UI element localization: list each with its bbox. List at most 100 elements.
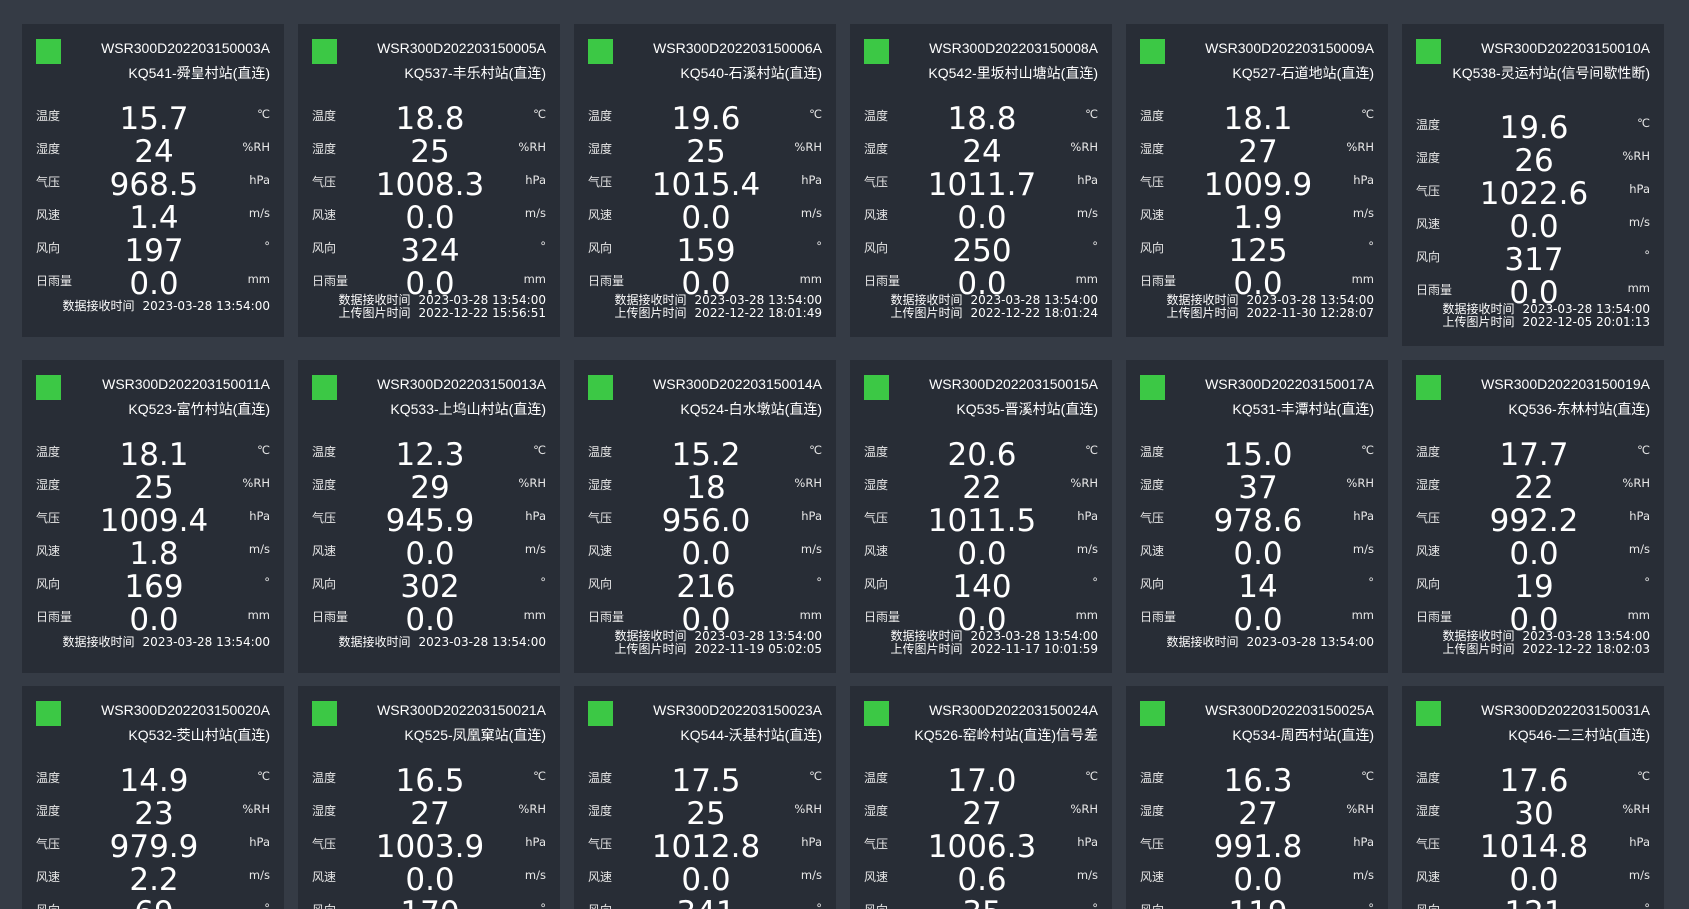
- reading-label: 风速: [1416, 544, 1441, 558]
- receive-time-label: 数据接收时间: [1442, 629, 1515, 643]
- station-card[interactable]: WSR300D202203150019A KQ536-东林村站(直连) 温度 17.7…: [1402, 360, 1664, 673]
- reading-value: 18: [686, 470, 726, 506]
- reading-label: 湿度: [864, 142, 889, 156]
- reading-value: 24: [962, 134, 1002, 170]
- reading-value: 992.2: [1489, 503, 1579, 539]
- reading-unit: °: [1368, 239, 1374, 253]
- station-id: WSR300D202203150024A: [929, 702, 1098, 718]
- reading-value: 0.0: [129, 602, 179, 638]
- reading-row-wind-direction: 风向 250 °: [864, 234, 1098, 269]
- status-indicator: [312, 701, 337, 726]
- receive-time-row: 数据接收时间 2023-03-28 13:54:00: [1167, 636, 1374, 649]
- station-card[interactable]: WSR300D202203150008A KQ542-里坂村山塘站(直连) 温度 18…: [850, 24, 1112, 337]
- reading-unit: %RH: [794, 140, 822, 154]
- reading-label: 湿度: [36, 142, 61, 156]
- reading-label: 日雨量: [1416, 610, 1453, 624]
- station-card[interactable]: WSR300D202203150005A KQ537-丰乐村站(直连) 温度 18.8…: [298, 24, 560, 337]
- reading-unit: %RH: [242, 140, 270, 154]
- reading-label: 湿度: [588, 478, 613, 492]
- reading-row-wind-speed: 风速 0.0 m/s: [864, 537, 1098, 572]
- timestamps: 数据接收时间 2023-03-28 13:54:00: [339, 636, 546, 649]
- reading-value: 22: [1514, 470, 1554, 506]
- reading-label: 气压: [312, 511, 337, 525]
- reading-unit: ℃: [1085, 107, 1098, 121]
- station-card[interactable]: WSR300D202203150011A KQ523-富竹村站(直连) 温度 18.1…: [22, 360, 284, 673]
- reading-unit: %RH: [1346, 476, 1374, 490]
- reading-row-wind-speed: 风速 0.0 m/s: [1416, 537, 1650, 572]
- station-name: KQ537-丰乐村站(直连): [404, 65, 546, 81]
- status-indicator: [1140, 375, 1165, 400]
- reading-unit: °: [1092, 901, 1098, 909]
- reading-value: 125: [1228, 233, 1288, 269]
- reading-label: 气压: [1140, 175, 1165, 189]
- station-card[interactable]: WSR300D202203150009A KQ527-石道地站(直连) 温度 18.1…: [1126, 24, 1388, 337]
- reading-unit: hPa: [525, 509, 546, 523]
- reading-row-wind-direction: 风向 35 °: [864, 896, 1098, 909]
- station-card[interactable]: WSR300D202203150010A KQ538-灵运村站(信号间歇性断) 温度…: [1402, 24, 1664, 346]
- reading-row-pressure: 气压 1014.8 hPa: [1416, 830, 1650, 865]
- station-card[interactable]: WSR300D202203150025A KQ534-周西村站(直连) 温度 16.3…: [1126, 686, 1388, 909]
- reading-label: 气压: [864, 511, 889, 525]
- station-id: WSR300D202203150003A: [101, 40, 270, 56]
- station-card[interactable]: WSR300D202203150013A KQ533-上坞山村站(直连) 温度 12.…: [298, 360, 560, 673]
- reading-unit: ℃: [257, 107, 270, 121]
- station-id: WSR300D202203150013A: [377, 376, 546, 392]
- reading-label: 气压: [588, 175, 613, 189]
- reading-label: 日雨量: [1140, 274, 1177, 288]
- station-card[interactable]: WSR300D202203150017A KQ531-丰潭村站(直连) 温度 15.0…: [1126, 360, 1388, 673]
- status-indicator: [864, 39, 889, 64]
- reading-unit: ℃: [1361, 107, 1374, 121]
- reading-value: 26: [1514, 143, 1554, 179]
- reading-label: 风速: [864, 208, 889, 222]
- reading-label: 温度: [36, 109, 61, 123]
- station-card[interactable]: WSR300D202203150015A KQ535-晋溪村站(直连) 温度 20.6…: [850, 360, 1112, 673]
- reading-unit: °: [540, 901, 546, 909]
- status-indicator: [36, 701, 61, 726]
- reading-value: 0.0: [681, 536, 731, 572]
- upload-time-label: 上传图片时间: [1442, 642, 1515, 656]
- receive-time-label: 数据接收时间: [614, 629, 687, 643]
- reading-label: 风速: [864, 870, 889, 884]
- station-card[interactable]: WSR300D202203150020A KQ532-茭山村站(直连) 温度 14.9…: [22, 686, 284, 909]
- reading-value: 18.1: [1223, 101, 1293, 137]
- reading-row-wind-direction: 风向 14 °: [1140, 570, 1374, 605]
- station-grid: WSR300D202203150003A KQ541-舜皇村站(直连) 温度 15.7…: [0, 0, 1689, 909]
- receive-time-value: 2023-03-28 13:54:00: [1246, 293, 1374, 307]
- station-card[interactable]: WSR300D202203150031A KQ546-二三村站(直连) 温度 17.6…: [1402, 686, 1664, 909]
- reading-unit: %RH: [1070, 802, 1098, 816]
- upload-time-row: 上传图片时间 2022-12-22 18:01:49: [615, 307, 822, 320]
- reading-label: 风向: [864, 901, 888, 909]
- station-card[interactable]: WSR300D202203150023A KQ544-沃基村站(直连) 温度 17.5…: [574, 686, 836, 909]
- reading-value: 1.8: [129, 536, 179, 572]
- reading-unit: ℃: [1637, 116, 1650, 130]
- station-card[interactable]: WSR300D202203150024A KQ526-窑岭村站(直连)信号差 温度 1…: [850, 686, 1112, 909]
- reading-row-pressure: 气压 979.9 hPa: [36, 830, 270, 865]
- reading-unit: ℃: [809, 769, 822, 783]
- reading-label: 温度: [1140, 109, 1165, 123]
- reading-value: 0.0: [1233, 536, 1283, 572]
- reading-value: 27: [1238, 796, 1278, 832]
- reading-value: 1009.4: [99, 503, 209, 539]
- reading-unit: °: [264, 239, 270, 253]
- reading-label: 湿度: [36, 804, 61, 818]
- reading-label: 湿度: [1140, 478, 1165, 492]
- station-card[interactable]: WSR300D202203150021A KQ525-凤凰窠站(直连) 温度 16.5…: [298, 686, 560, 909]
- station-card[interactable]: WSR300D202203150014A KQ524-白水墩站(直连) 温度 15.2…: [574, 360, 836, 673]
- reading-row-wind-speed: 风速 0.0 m/s: [312, 537, 546, 572]
- receive-time-value: 2023-03-28 13:54:00: [142, 635, 270, 649]
- station-card[interactable]: WSR300D202203150003A KQ541-舜皇村站(直连) 温度 15.7…: [22, 24, 284, 337]
- reading-row-wind-direction: 风向 159 °: [588, 234, 822, 269]
- reading-label: 风向: [588, 577, 613, 591]
- reading-row-wind-speed: 风速 1.4 m/s: [36, 201, 270, 236]
- receive-time-label: 数据接收时间: [1166, 635, 1239, 649]
- reading-label: 日雨量: [1416, 283, 1453, 297]
- reading-label: 湿度: [1140, 804, 1165, 818]
- station-card[interactable]: WSR300D202203150006A KQ540-石溪村站(直连) 温度 19.6…: [574, 24, 836, 337]
- reading-row-humidity: 湿度 23 %RH: [36, 797, 270, 832]
- station-id: WSR300D202203150014A: [653, 376, 822, 392]
- reading-value: 945.9: [385, 503, 475, 539]
- reading-label: 湿度: [312, 142, 337, 156]
- reading-row-temperature: 温度 18.1 ℃: [1140, 101, 1374, 137]
- reading-unit: %RH: [1346, 140, 1374, 154]
- reading-value: 0.0: [129, 266, 179, 302]
